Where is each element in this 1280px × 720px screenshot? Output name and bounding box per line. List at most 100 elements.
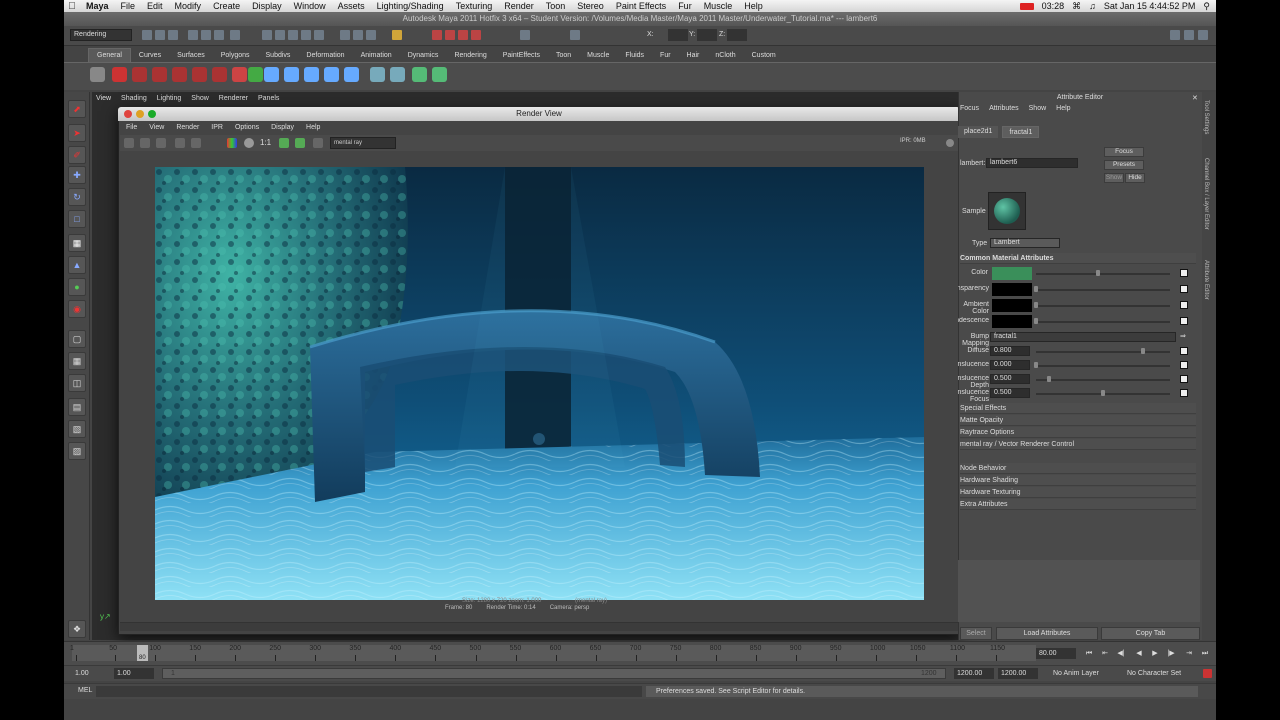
ae-notes-area[interactable] [958, 560, 1200, 622]
menu-file[interactable]: File [115, 1, 142, 11]
lock-selection-icon[interactable] [230, 30, 240, 40]
presets-button[interactable]: Presets [1104, 160, 1144, 170]
select-hierarchy-icon[interactable] [188, 30, 198, 40]
menu-fur[interactable]: Fur [672, 1, 698, 11]
menu-set-select[interactable]: Rendering [70, 29, 132, 41]
menu-toon[interactable]: Toon [540, 1, 572, 11]
select-component-icon[interactable] [214, 30, 224, 40]
section-matte-opacity[interactable]: Matte Opacity [960, 415, 1196, 426]
character-set-select[interactable]: No Character Set [1124, 668, 1194, 679]
ae-close-icon[interactable]: ✕ [1192, 94, 1198, 102]
snapshot-icon[interactable] [156, 138, 166, 148]
section-raytrace-options[interactable]: Raytrace Options [960, 427, 1196, 438]
menu-muscle[interactable]: Muscle [698, 1, 739, 11]
shelf-tab-custom[interactable]: Custom [744, 49, 784, 62]
hypershade-icon[interactable] [471, 30, 481, 40]
shelf-tab-dynamics[interactable]: Dynamics [400, 49, 447, 62]
menu-clock[interactable]: Sat Jan 15 4:44:52 PM [1104, 1, 1196, 11]
shelf-tab-toon[interactable]: Toon [548, 49, 579, 62]
show-manipulator-icon[interactable]: ● [68, 278, 86, 296]
group-icon[interactable] [412, 67, 427, 82]
viewport-menu-lighting[interactable]: Lighting [157, 95, 182, 102]
camera-icon[interactable] [370, 67, 385, 82]
viewport-menu-view[interactable]: View [96, 95, 111, 102]
translucence-depth-slider[interactable] [1036, 379, 1170, 381]
translucence-focus-field[interactable]: 0.500 [990, 388, 1030, 398]
translucence-focus-slider-knob[interactable] [1101, 390, 1105, 396]
incandescence-slider[interactable] [1036, 321, 1170, 323]
soft-mod-tool-icon[interactable]: ▲ [68, 256, 86, 274]
snap-curve-icon[interactable] [275, 30, 285, 40]
menu-assets[interactable]: Assets [332, 1, 371, 11]
menu-render[interactable]: Render [498, 1, 540, 11]
range-slider[interactable] [162, 668, 946, 679]
rv-menu-help[interactable]: Help [306, 122, 320, 134]
section-extra-attributes[interactable]: Extra Attributes [960, 499, 1196, 510]
menu-help[interactable]: Help [738, 1, 769, 11]
snap-plane-icon[interactable] [301, 30, 311, 40]
select-object-icon[interactable] [201, 30, 211, 40]
auto-key-icon[interactable] [1203, 669, 1212, 678]
display-settings-icon[interactable] [313, 138, 323, 148]
playback-start-field[interactable]: 1.00 [114, 668, 154, 679]
poly-cone-icon[interactable] [304, 67, 319, 82]
bump-map-field[interactable]: fractal1 [990, 332, 1176, 342]
section-common-material[interactable]: Common Material Attributes [960, 253, 1196, 264]
translucence-slider-knob[interactable] [1034, 362, 1038, 368]
play-backward-icon[interactable]: ◀ [1134, 650, 1144, 658]
menu-lighting-shading[interactable]: Lighting/Shading [371, 1, 450, 11]
layout-graph-icon[interactable]: ▧ [68, 420, 86, 438]
sidebar-toggle-icon[interactable] [570, 30, 580, 40]
minimize-window-icon[interactable] [136, 110, 144, 118]
remove-image-icon[interactable] [295, 138, 305, 148]
color-slider-knob[interactable] [1095, 270, 1100, 276]
render-frame-icon[interactable] [432, 30, 442, 40]
renderer-select[interactable]: mental ray [330, 137, 396, 149]
select-tool-icon[interactable]: ⬈ [68, 100, 86, 118]
keep-image-icon[interactable] [279, 138, 289, 148]
step-forward-key-icon[interactable]: |▶ [1166, 650, 1176, 658]
layout-hypershade-icon[interactable]: ▨ [68, 442, 86, 460]
last-tool-icon[interactable]: ◉ [68, 300, 86, 318]
rv-menu-file[interactable]: File [126, 122, 137, 134]
layout-outliner-icon[interactable]: ▤ [68, 398, 86, 416]
show-tool-settings-icon[interactable] [1184, 30, 1194, 40]
playback-end-field[interactable]: 1200.00 [954, 668, 994, 679]
z-field[interactable] [727, 29, 747, 41]
render-region-icon[interactable] [140, 138, 150, 148]
translucence-map-button-icon[interactable] [1180, 361, 1188, 369]
shelf-tab-ncloth[interactable]: nCloth [707, 49, 743, 62]
section-hardware-texturing[interactable]: Hardware Texturing [960, 487, 1196, 498]
poly-cube-icon[interactable] [264, 67, 279, 82]
command-language-label[interactable]: MEL [78, 687, 92, 694]
rgb-channel-icon[interactable] [227, 138, 237, 148]
nurbs-torus-icon[interactable] [232, 67, 247, 82]
ipr-icon[interactable] [175, 138, 185, 148]
bump-map-nav-icon[interactable]: ⇒ [1180, 332, 1186, 340]
shelf-tab-rendering[interactable]: Rendering [446, 49, 494, 62]
shelf-tab-deformation[interactable]: Deformation [298, 49, 352, 62]
shelf-tab-general[interactable]: General [88, 48, 131, 62]
side-tab-channel-box[interactable]: Channel Box / Layer Editor [1203, 158, 1209, 230]
show-attribute-editor-icon[interactable] [1170, 30, 1180, 40]
command-input[interactable] [96, 686, 642, 697]
snap-grid-icon[interactable] [262, 30, 272, 40]
play-forward-icon[interactable]: ▶ [1150, 650, 1160, 658]
poly-cylinder-icon[interactable] [284, 67, 299, 82]
viewport-menu-panels[interactable]: Panels [258, 95, 279, 102]
current-frame-field[interactable]: 80.00 [1036, 648, 1076, 659]
zoom-window-icon[interactable] [148, 110, 156, 118]
poly-torus-icon[interactable] [344, 67, 359, 82]
new-scene-icon[interactable] [142, 30, 152, 40]
move-tool-icon[interactable]: ✚ [68, 166, 86, 184]
viewport-menu-renderer[interactable]: Renderer [219, 95, 248, 102]
y-field[interactable] [697, 29, 717, 41]
focus-button[interactable]: Focus [1104, 147, 1144, 157]
copy-tab-button[interactable]: Copy Tab [1101, 627, 1200, 640]
refresh-icon[interactable] [191, 138, 201, 148]
transparency-slider-knob[interactable] [1034, 286, 1038, 292]
menu-create[interactable]: Create [207, 1, 246, 11]
start-time-field[interactable]: 1.00 [72, 668, 110, 679]
layout-four-icon[interactable]: ▦ [68, 352, 86, 370]
shelf-tab-animation[interactable]: Animation [353, 49, 400, 62]
